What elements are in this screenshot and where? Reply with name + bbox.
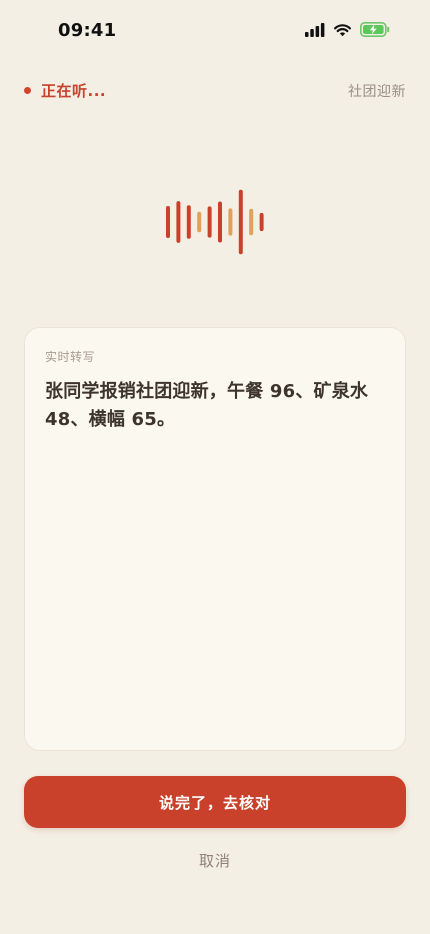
transcript-text: 张同学报销社团迎新，午餐 96、矿泉水 48、横幅 65。 [45, 381, 369, 430]
status-icons [305, 22, 390, 41]
status-time: 09:41 [58, 20, 117, 41]
waveform-bar [197, 211, 202, 233]
waveform-bar [249, 208, 254, 236]
recording-dot-icon [24, 87, 31, 94]
transcript-card: 实时转写 张同学报销社团迎新，午餐 96、矿泉水 48、横幅 65。 [24, 327, 406, 751]
wifi-icon [333, 22, 352, 41]
waveform-bar [259, 212, 264, 232]
waveform-bar [228, 208, 233, 236]
listening-text: 正在听... [41, 82, 107, 100]
waveform-bar [166, 206, 170, 238]
context-tag: 社团迎新 [348, 84, 406, 100]
cellular-signal-icon [305, 22, 325, 41]
waveform-bar [176, 201, 181, 243]
listening-indicator: 正在听... [24, 80, 106, 101]
waveform-bar [186, 205, 191, 239]
waveform-bar [218, 201, 222, 243]
done-review-button[interactable]: 说完了，去核对 [24, 776, 406, 828]
voice-waveform [166, 189, 264, 255]
waveform-bar [207, 206, 212, 238]
transcript-label: 实时转写 [45, 350, 96, 364]
status-bar: 09:41 [0, 0, 430, 64]
cancel-button[interactable]: 取消 [165, 846, 265, 874]
waveform-bar [238, 189, 243, 255]
battery-charging-icon [360, 22, 390, 41]
